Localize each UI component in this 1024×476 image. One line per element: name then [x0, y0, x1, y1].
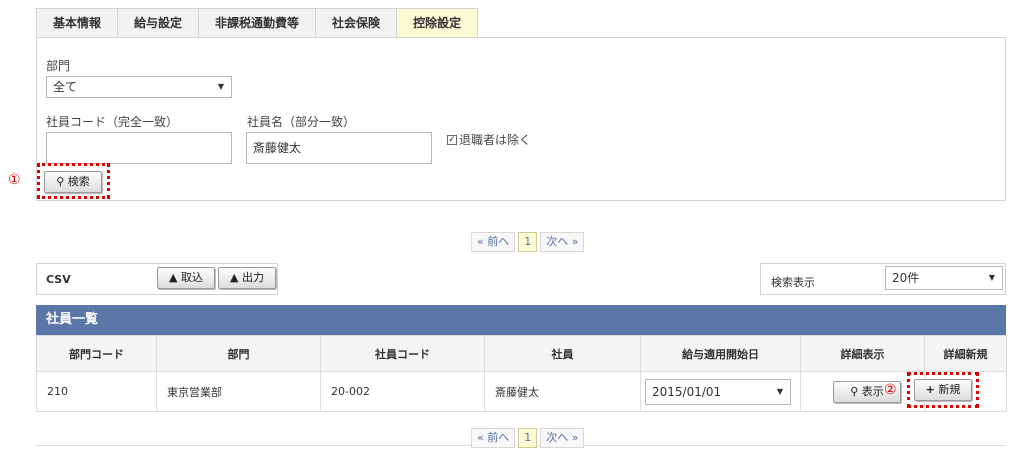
current-page[interactable]: 1	[518, 428, 538, 448]
csv-import-button[interactable]: ▲ 取込	[157, 267, 215, 289]
csv-import-label: 取込	[180, 271, 203, 284]
employee-code-label: 社員コード（完全一致）	[46, 115, 179, 129]
search-button[interactable]: ⚲ 検索	[44, 171, 102, 193]
tab-deduction-settings[interactable]: 控除設定	[396, 8, 479, 38]
tab-social-insurance[interactable]: 社会保険	[315, 8, 397, 38]
display-count-box: 検索表示 20件 ▼	[760, 263, 1006, 295]
tab-commute-allowance[interactable]: 非課税通勤費等	[198, 8, 316, 38]
table-row: 210 東京営業部 20-002 斎藤健太 2015/01/01 ▼ ⚲ 表示	[36, 371, 1007, 412]
marker-2: ②	[884, 382, 897, 398]
exclude-retired-checkbox[interactable]: ✓	[447, 134, 457, 145]
next-page-link[interactable]: 次へ »	[540, 428, 585, 448]
employee-list: 社員一覧 部門コード 部門 社員コード 社員 給与適用開始日 詳細表示 詳細新規…	[36, 305, 1007, 412]
search-icon: ⚲	[850, 384, 859, 398]
cell-view-detail: ⚲ 表示	[800, 371, 925, 412]
pagination-top: « 前へ 1 次へ »	[471, 232, 585, 252]
search-button-label: 検索	[67, 175, 90, 188]
new-detail-button[interactable]: + 新規	[914, 379, 972, 401]
chevron-down-icon: ▼	[776, 386, 783, 396]
table-header-row: 部門コード 部門 社員コード 社員 給与適用開始日 詳細表示 詳細新規	[36, 335, 1007, 372]
cell-dept: 東京営業部	[156, 371, 321, 412]
display-count-select[interactable]: 20件 ▼	[885, 266, 1003, 290]
col-view-detail: 詳細表示	[800, 335, 925, 372]
search-panel: 部門 全て ▼ 社員コード（完全一致） 社員名（部分一致） 斎藤健太 ✓ 退職者…	[36, 37, 1006, 201]
employee-code-input[interactable]	[46, 132, 232, 164]
current-page[interactable]: 1	[518, 232, 538, 252]
next-page-link[interactable]: 次へ »	[540, 232, 585, 252]
tab-bar: 基本情報 給与設定 非課税通勤費等 社会保険 控除設定	[36, 8, 479, 38]
csv-export-label: 出力	[241, 271, 264, 284]
cell-start-date: 2015/01/01 ▼	[640, 371, 801, 412]
chevron-down-icon: ▼	[217, 82, 224, 91]
col-dept-code: 部門コード	[36, 335, 157, 372]
exclude-retired-label: 退職者は除く	[459, 133, 532, 147]
marker-1: ①	[8, 172, 21, 188]
prev-page-link[interactable]: « 前へ	[471, 428, 516, 448]
employee-table: 部門コード 部門 社員コード 社員 給与適用開始日 詳細表示 詳細新規 210 …	[36, 335, 1007, 412]
col-employee: 社員	[484, 335, 641, 372]
prev-page-link[interactable]: « 前へ	[471, 232, 516, 252]
cell-employee: 斎藤健太	[484, 371, 641, 412]
dept-select[interactable]: 全て ▼	[46, 76, 232, 98]
download-icon: ▲	[230, 271, 239, 284]
col-start-date: 給与適用開始日	[640, 335, 801, 372]
employee-name-label: 社員名（部分一致）	[247, 115, 356, 129]
search-icon: ⚲	[56, 175, 65, 188]
exclude-retired: ✓ 退職者は除く	[447, 131, 531, 148]
employee-name-input[interactable]: 斎藤健太	[246, 132, 432, 164]
start-date-value: 2015/01/01	[652, 384, 722, 399]
csv-box: CSV ▲ 取込 ▲ 出力	[36, 263, 278, 295]
chevron-down-icon: ▼	[988, 273, 995, 282]
employee-list-title: 社員一覧	[36, 305, 1006, 335]
view-detail-label: 表示	[861, 384, 884, 398]
dept-select-value: 全て	[53, 80, 78, 94]
display-count-label: 検索表示	[771, 276, 815, 289]
pagination-bottom: « 前へ 1 次へ »	[471, 428, 585, 448]
upload-icon: ▲	[169, 271, 178, 284]
tab-salary-settings[interactable]: 給与設定	[117, 8, 199, 38]
col-new-detail: 詳細新規	[924, 335, 1007, 372]
plus-icon: +	[925, 383, 935, 396]
display-count-value: 20件	[892, 271, 920, 285]
tab-basic-info[interactable]: 基本情報	[36, 8, 118, 38]
start-date-select[interactable]: 2015/01/01 ▼	[645, 378, 791, 405]
cell-employee-code: 20-002	[320, 371, 485, 412]
cell-dept-code: 210	[36, 371, 157, 412]
dept-label: 部門	[46, 59, 71, 73]
csv-label: CSV	[46, 273, 71, 286]
csv-export-button[interactable]: ▲ 出力	[218, 267, 276, 289]
col-employee-code: 社員コード	[320, 335, 485, 372]
new-detail-label: 新規	[938, 383, 961, 396]
col-dept: 部門	[156, 335, 321, 372]
